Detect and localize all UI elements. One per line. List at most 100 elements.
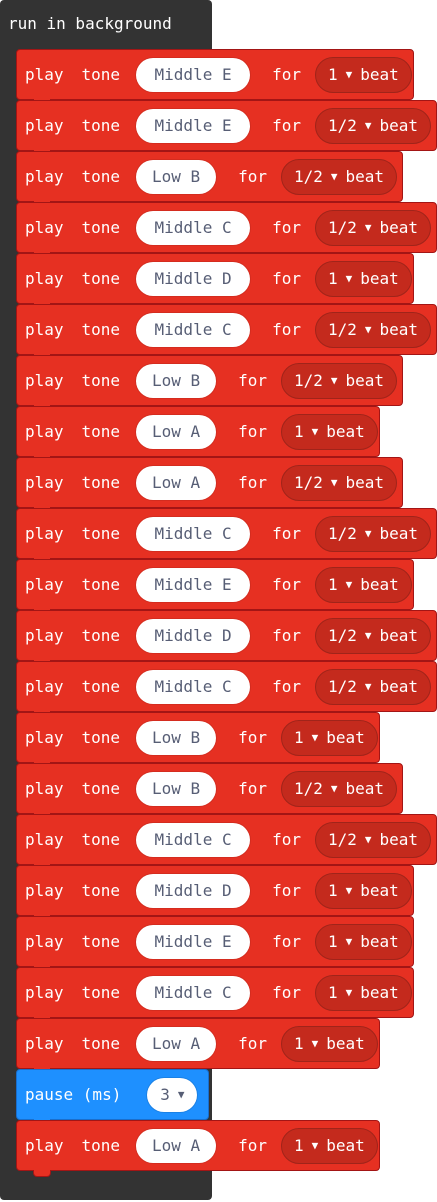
for-label: for	[272, 881, 301, 900]
note-field[interactable]: Middle D	[136, 618, 251, 653]
note-field[interactable]: Middle C	[136, 975, 251, 1010]
play-tone-block[interactable]: play tone Middle C for 1/2 ▼ beat	[16, 202, 437, 259]
beat-unit-label: beat	[360, 65, 399, 84]
beat-dropdown[interactable]: 1/2 ▼ beat	[280, 158, 398, 195]
note-field[interactable]: Middle E	[136, 108, 251, 143]
note-field[interactable]: Middle C	[136, 822, 251, 857]
note-field[interactable]: Low B	[136, 159, 217, 194]
beat-dropdown[interactable]: 1 ▼ beat	[314, 974, 412, 1011]
beat-value: 1/2	[327, 677, 357, 696]
beat-unit-label: beat	[326, 422, 365, 441]
for-label: for	[272, 626, 301, 645]
tone-label: tone	[81, 1034, 121, 1053]
beat-value: 1	[327, 65, 338, 84]
play-tone-block[interactable]: play tone Middle C for 1/2 ▼ beat	[16, 304, 437, 361]
beat-unit-label: beat	[379, 626, 419, 645]
dropdown-arrow-icon: ▼	[330, 170, 338, 183]
pause-value-dropdown[interactable]: 3 ▼	[147, 1077, 198, 1112]
play-tone-block[interactable]: play tone Low B for 1 ▼ beat	[16, 712, 380, 769]
tone-label: tone	[81, 218, 121, 237]
beat-unit-label: beat	[345, 779, 385, 798]
beat-dropdown[interactable]: 1/2 ▼ beat	[314, 311, 432, 348]
beat-dropdown[interactable]: 1/2 ▼ beat	[314, 209, 432, 246]
container-title: run in background	[8, 14, 172, 33]
note-field[interactable]: Middle D	[136, 873, 251, 908]
note-field[interactable]: Middle C	[136, 312, 251, 347]
beat-dropdown[interactable]: 1/2 ▼ beat	[314, 821, 432, 858]
dropdown-arrow-icon: ▼	[364, 323, 372, 336]
note-field[interactable]: Middle C	[136, 516, 251, 551]
note-field[interactable]: Low B	[136, 720, 217, 755]
play-tone-block[interactable]: play tone Low A for 1 ▼ beat	[16, 406, 380, 463]
tone-label: tone	[81, 728, 121, 747]
beat-dropdown[interactable]: 1 ▼ beat	[314, 260, 412, 297]
beat-value: 1/2	[327, 320, 357, 339]
beat-dropdown[interactable]: 1/2 ▼ beat	[314, 668, 432, 705]
tone-label: tone	[81, 983, 121, 1002]
beat-dropdown[interactable]: 1 ▼ beat	[314, 56, 412, 93]
dropdown-arrow-icon: ▼	[364, 221, 372, 234]
beat-dropdown[interactable]: 1/2 ▼ beat	[314, 617, 432, 654]
beat-value: 1/2	[327, 626, 357, 645]
play-tone-block[interactable]: play tone Low A for 1 ▼ beat	[16, 1120, 380, 1177]
play-tone-block[interactable]: play tone Low B for 1/2 ▼ beat	[16, 763, 403, 820]
play-tone-block[interactable]: play tone Middle E for 1/2 ▼ beat	[16, 100, 437, 157]
play-tone-block[interactable]: play tone Low A for 1 ▼ beat	[16, 1018, 380, 1075]
note-field[interactable]: Middle C	[136, 210, 251, 245]
beat-dropdown[interactable]: 1 ▼ beat	[314, 923, 412, 960]
tone-label: tone	[81, 779, 121, 798]
note-field[interactable]: Low A	[136, 1026, 217, 1061]
note-field[interactable]: Low A	[136, 1128, 217, 1163]
tone-label: tone	[81, 371, 121, 390]
note-field[interactable]: Middle E	[136, 924, 251, 959]
beat-dropdown[interactable]: 1/2 ▼ beat	[280, 464, 398, 501]
play-tone-block[interactable]: play tone Middle E for 1 ▼ beat	[16, 49, 414, 106]
play-tone-block[interactable]: play tone Middle D for 1/2 ▼ beat	[16, 610, 437, 667]
pause-block[interactable]: pause (ms) 3 ▼	[16, 1069, 209, 1126]
play-tone-block[interactable]: play tone Middle D for 1 ▼ beat	[16, 865, 414, 922]
play-tone-block[interactable]: play tone Low A for 1/2 ▼ beat	[16, 457, 403, 514]
beat-unit-label: beat	[326, 1136, 365, 1155]
note-field[interactable]: Low A	[136, 465, 217, 500]
note-field[interactable]: Middle C	[136, 669, 251, 704]
beat-value: 1/2	[293, 167, 323, 186]
play-tone-block[interactable]: play tone Middle C for 1/2 ▼ beat	[16, 814, 437, 871]
beat-dropdown[interactable]: 1/2 ▼ beat	[314, 515, 432, 552]
beat-dropdown[interactable]: 1 ▼ beat	[280, 1127, 378, 1164]
note-field[interactable]: Low A	[136, 414, 217, 449]
play-tone-block[interactable]: play tone Middle D for 1 ▼ beat	[16, 253, 414, 310]
for-label: for	[238, 422, 267, 441]
play-tone-block[interactable]: play tone Low B for 1/2 ▼ beat	[16, 355, 403, 412]
for-label: for	[272, 677, 301, 696]
play-label: play	[25, 65, 64, 84]
beat-dropdown[interactable]: 1/2 ▼ beat	[280, 770, 398, 807]
note-field[interactable]: Low B	[136, 771, 217, 806]
beat-unit-label: beat	[345, 167, 385, 186]
beat-dropdown[interactable]: 1 ▼ beat	[280, 719, 378, 756]
dropdown-arrow-icon: ▼	[330, 476, 338, 489]
beat-value: 1	[327, 881, 338, 900]
play-tone-block[interactable]: play tone Middle E for 1 ▼ beat	[16, 916, 414, 973]
play-tone-block[interactable]: play tone Middle C for 1/2 ▼ beat	[16, 661, 437, 718]
play-tone-block[interactable]: play tone Low B for 1/2 ▼ beat	[16, 151, 403, 208]
beat-dropdown[interactable]: 1 ▼ beat	[280, 413, 378, 450]
beat-dropdown[interactable]: 1 ▼ beat	[314, 566, 412, 603]
for-label: for	[238, 1034, 267, 1053]
blocks-workspace: run in background play tone Middle E for 1 ▼ b…	[0, 0, 437, 1202]
note-field[interactable]: Middle D	[136, 261, 251, 296]
note-field[interactable]: Low B	[136, 363, 217, 398]
play-label: play	[25, 269, 64, 288]
play-label: play	[25, 983, 64, 1002]
beat-dropdown[interactable]: 1/2 ▼ beat	[314, 107, 432, 144]
beat-dropdown[interactable]: 1 ▼ beat	[314, 872, 412, 909]
beat-dropdown[interactable]: 1 ▼ beat	[280, 1025, 378, 1062]
beat-dropdown[interactable]: 1/2 ▼ beat	[280, 362, 398, 399]
play-tone-block[interactable]: play tone Middle C for 1 ▼ beat	[16, 967, 414, 1024]
note-field[interactable]: Middle E	[136, 567, 251, 602]
beat-unit-label: beat	[326, 1034, 365, 1053]
play-tone-block[interactable]: play tone Middle E for 1 ▼ beat	[16, 559, 414, 616]
play-tone-block[interactable]: play tone Middle C for 1/2 ▼ beat	[16, 508, 437, 565]
beat-unit-label: beat	[360, 881, 399, 900]
beat-unit-label: beat	[360, 269, 399, 288]
note-field[interactable]: Middle E	[136, 57, 251, 92]
